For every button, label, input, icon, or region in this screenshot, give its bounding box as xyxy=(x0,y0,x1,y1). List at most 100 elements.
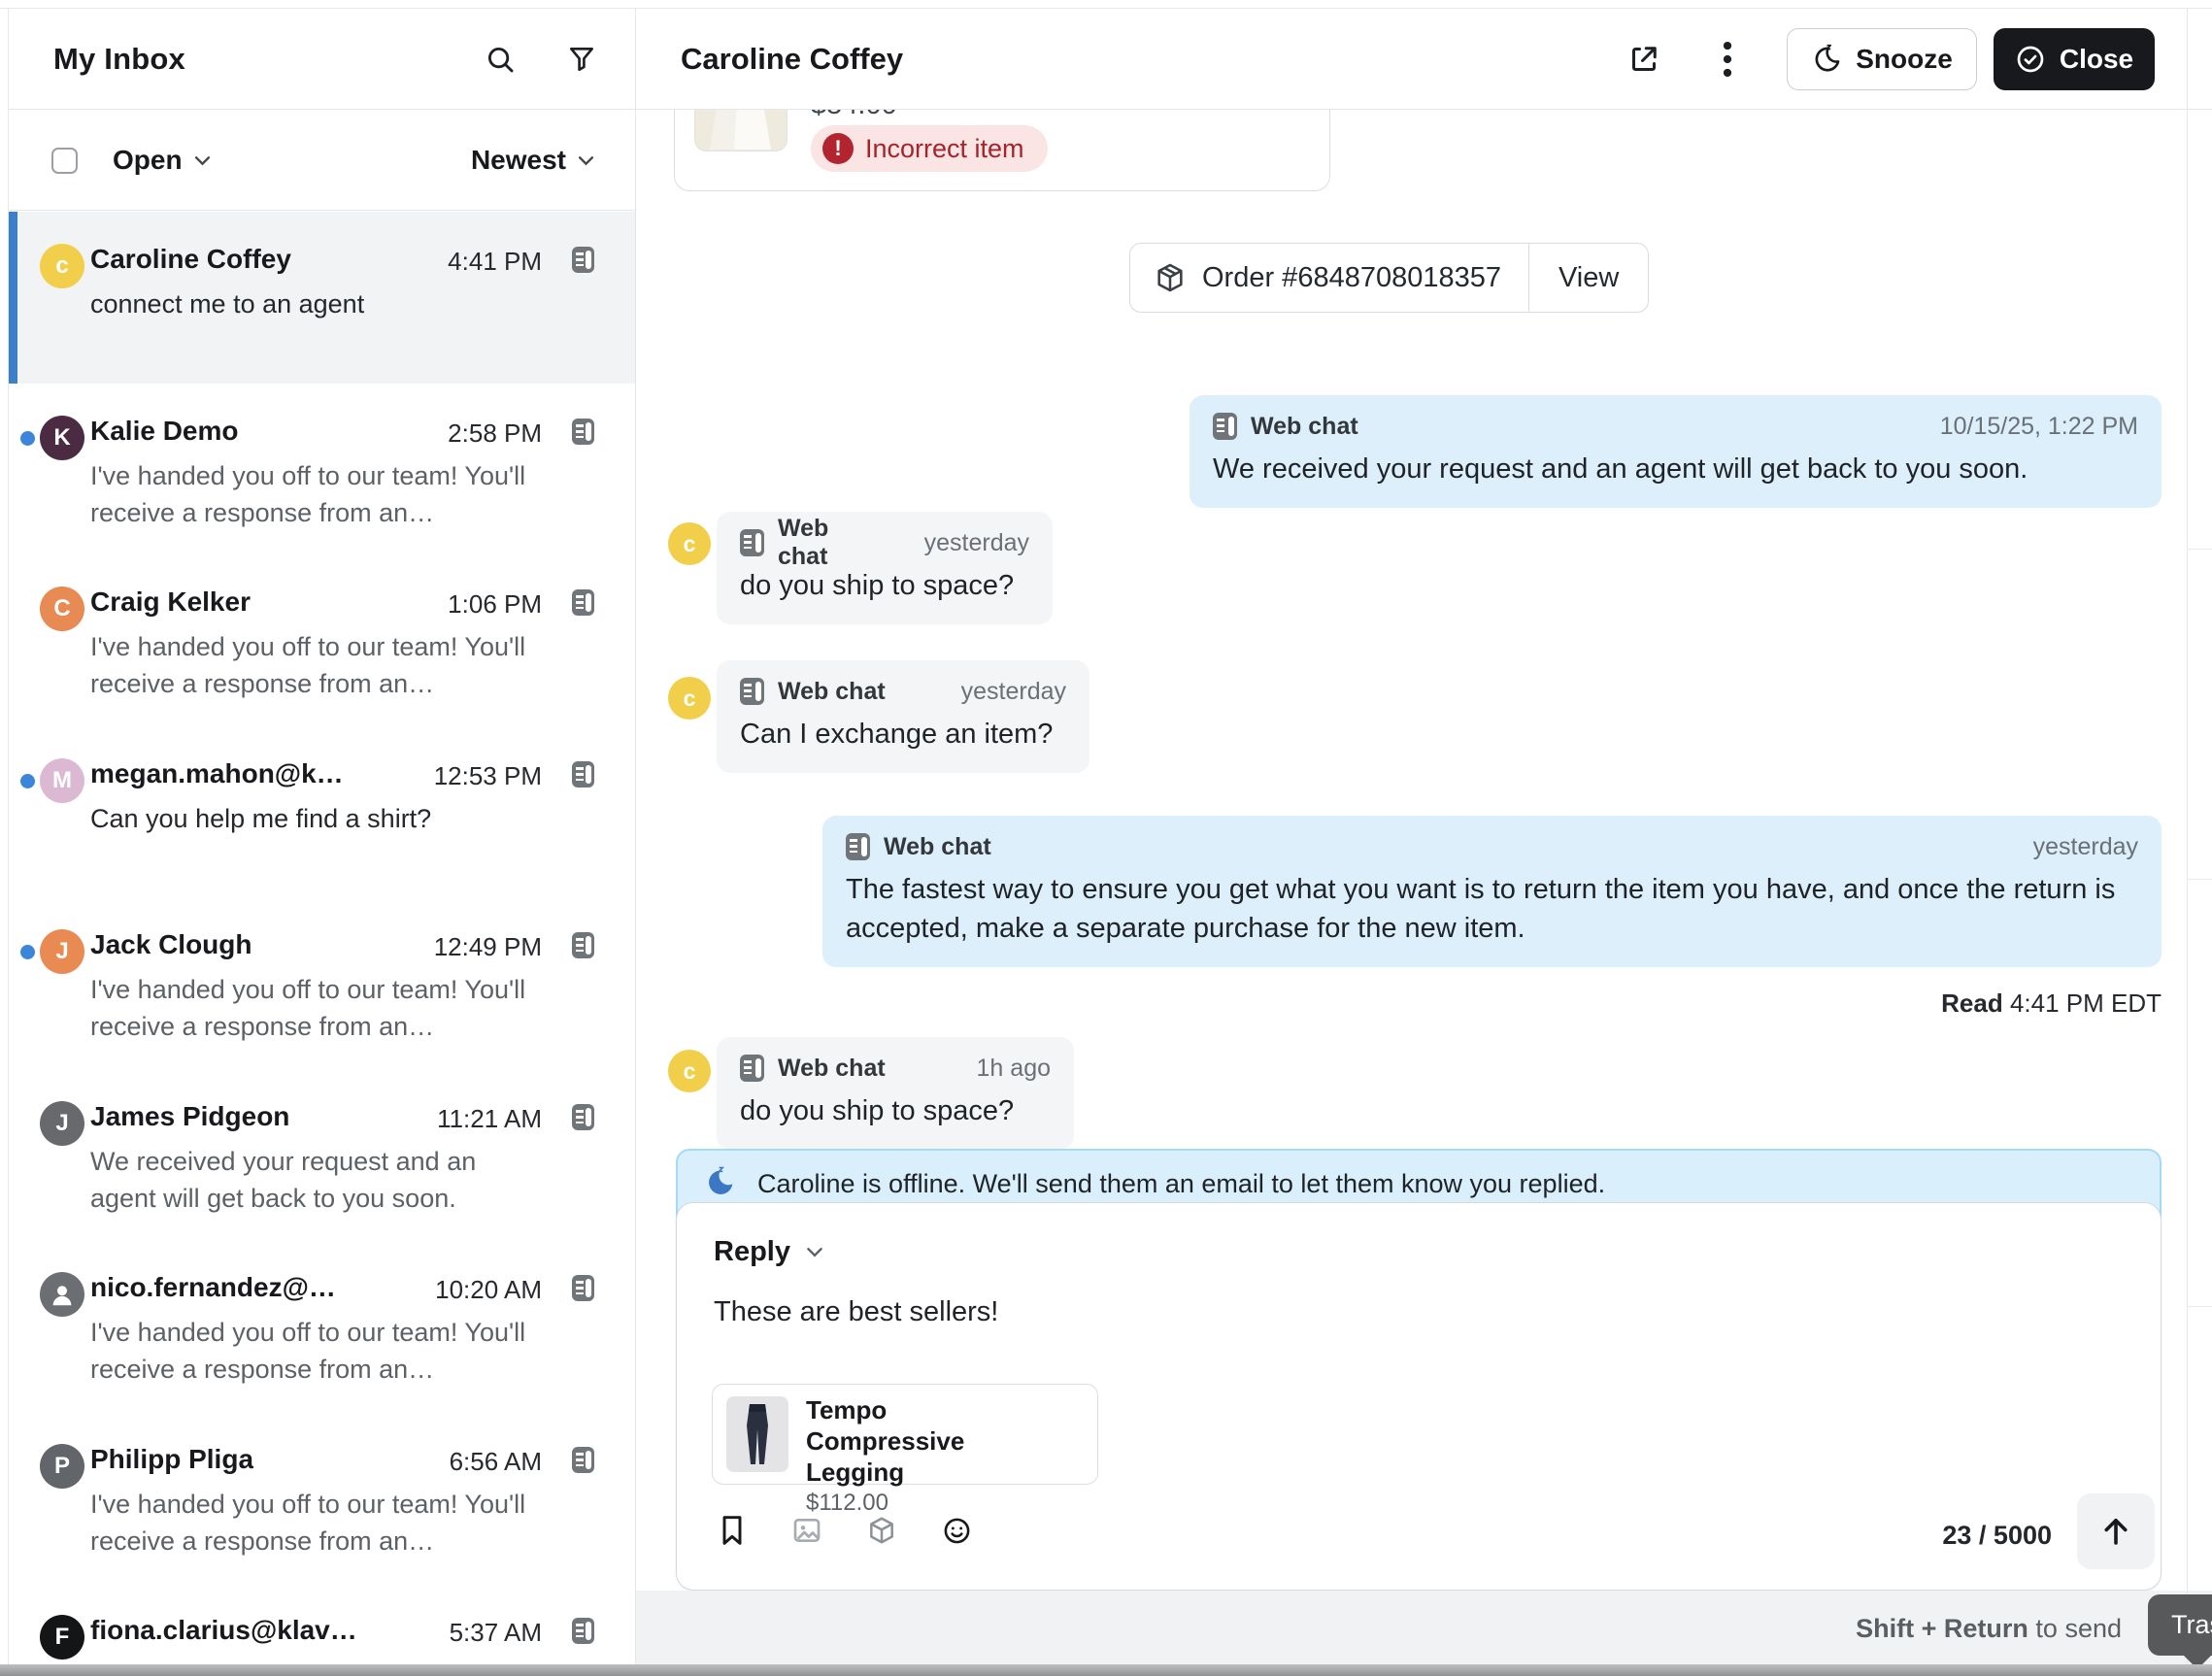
web-chat-channel-icon xyxy=(572,419,594,445)
filter-icon[interactable] xyxy=(563,41,600,78)
conversation-list-item-philipp[interactable]: P Philipp Pliga 6:56 AM I've handed you … xyxy=(9,1412,635,1584)
web-chat-channel-icon xyxy=(572,247,594,273)
rail-section-divider xyxy=(2187,1306,2212,1307)
conversation-time: 12:53 PM xyxy=(434,761,542,791)
sort-value: Newest xyxy=(471,145,566,176)
order-chip: Order #6848708018357 View xyxy=(1129,243,1649,313)
conversation-list-item-megan[interactable]: M megan.mahon@k… 12:53 PM Can you help m… xyxy=(9,726,635,898)
avatar: J xyxy=(40,1101,84,1146)
image-icon[interactable] xyxy=(790,1514,823,1547)
read-receipt: Read 4:41 PM EDT xyxy=(1941,989,2162,1019)
conversation-preview: I've handed you off to our team! You'll … xyxy=(90,1314,549,1388)
conversation-time: 5:37 AM xyxy=(450,1618,542,1648)
avatar: c xyxy=(40,244,84,288)
message-timestamp: yesterday xyxy=(932,678,1066,706)
send-shortcut-hint: Shift + Return to send xyxy=(1856,1614,2122,1644)
avatar: P xyxy=(40,1444,84,1489)
product-attachment-card[interactable]: Tempo Compressive Legging $112.00 xyxy=(712,1384,1098,1485)
customer-avatar: c xyxy=(668,1050,711,1092)
conversation-timeline: $54.00 ! Incorrect item Order #684870801… xyxy=(636,110,2212,1676)
list-filter-row: Open Newest xyxy=(9,111,635,211)
conversation-list-item-caroline[interactable]: c Caroline Coffey 4:41 PM connect me to … xyxy=(9,212,635,384)
customer-avatar: c xyxy=(668,677,711,720)
product-photo xyxy=(694,110,788,151)
character-counter: 23 / 5000 xyxy=(1942,1521,2052,1551)
window-bottom-edge xyxy=(0,1664,2212,1676)
message-text: The fastest way to ensure you get what y… xyxy=(846,870,2138,948)
status-filter-dropdown[interactable]: Open xyxy=(113,145,211,176)
conversation-preview: I've handed you off to our team! You'll … xyxy=(90,457,549,531)
message-text: We received your request and an agent wi… xyxy=(1213,450,2138,488)
product-picker-icon[interactable] xyxy=(865,1514,898,1547)
status-filter-value: Open xyxy=(113,145,183,176)
avatar: C xyxy=(40,587,84,631)
conversation-time: 12:49 PM xyxy=(434,932,542,962)
select-all-checkbox[interactable] xyxy=(51,148,78,174)
reply-mode-dropdown[interactable]: Reply xyxy=(714,1236,823,1268)
message-text: do you ship to space? xyxy=(740,566,1029,605)
snooze-button[interactable]: Snooze xyxy=(1787,28,1977,90)
product-price: $112.00 xyxy=(806,1490,1049,1517)
conversation-time: 11:21 AM xyxy=(437,1104,542,1134)
bookmark-icon[interactable] xyxy=(716,1514,749,1547)
order-view-button[interactable]: View xyxy=(1528,244,1648,312)
inbound-message: Web chat yesterday do you ship to space? xyxy=(717,512,1053,624)
conversation-list-item-jack[interactable]: J Jack Clough 12:49 PM I've handed you o… xyxy=(9,897,635,1069)
avatar-person-icon xyxy=(40,1272,84,1317)
conversation-list-item-craig[interactable]: C Craig Kelker 1:06 PM I've handed you o… xyxy=(9,554,635,726)
conversation-name: Kalie Demo xyxy=(90,416,239,447)
inbox-panel: My Inbox Open Newest xyxy=(9,9,635,1676)
conversation-list-item-kalie[interactable]: K Kalie Demo 2:58 PM I've handed you off… xyxy=(9,384,635,555)
conversation-list-item-fiona[interactable]: F fiona.clarius@klav… 5:37 AM I've hande… xyxy=(9,1583,635,1676)
item-price: $54.00 xyxy=(811,110,897,121)
avatar: M xyxy=(40,758,84,803)
web-chat-channel-icon xyxy=(1213,413,1237,440)
conversation-name: James Pidgeon xyxy=(90,1101,289,1132)
order-link[interactable]: Order #6848708018357 xyxy=(1130,244,1528,312)
inbox-title: My Inbox xyxy=(53,42,185,77)
offline-banner-text: Caroline is offline. We'll send them an … xyxy=(757,1164,1605,1200)
message-timestamp: 1h ago xyxy=(948,1055,1051,1083)
conversation-time: 1:06 PM xyxy=(448,589,542,620)
trash-tooltip: Trash xyxy=(2148,1594,2212,1656)
conversation-name: megan.mahon@k… xyxy=(90,758,344,789)
alert-icon: ! xyxy=(822,133,854,164)
conversation-name: Jack Clough xyxy=(90,929,251,960)
composer-input[interactable]: These are best sellers! xyxy=(714,1296,1976,1328)
message-timestamp: yesterday xyxy=(2004,833,2138,861)
conversation-list-item-james[interactable]: J James Pidgeon 11:21 AM We received you… xyxy=(9,1069,635,1241)
web-chat-channel-icon xyxy=(572,589,594,616)
close-button[interactable]: Close xyxy=(1994,28,2155,90)
send-button[interactable] xyxy=(2077,1493,2155,1569)
avatar: F xyxy=(40,1615,84,1659)
customer-name-title: Caroline Coffey xyxy=(681,42,903,77)
chevron-down-icon xyxy=(194,155,211,166)
order-number: Order #6848708018357 xyxy=(1202,262,1501,294)
search-icon[interactable] xyxy=(482,41,519,78)
message-text: do you ship to space? xyxy=(740,1091,1051,1130)
package-icon xyxy=(1154,261,1187,294)
outbound-message: Web chat yesterday The fastest way to en… xyxy=(822,816,2162,967)
unread-dot xyxy=(20,945,35,959)
product-thumbnail xyxy=(726,1396,788,1472)
conversation-time: 4:41 PM xyxy=(448,247,542,277)
helpdesk-app: My Inbox Open Newest xyxy=(0,0,2212,1676)
sort-dropdown[interactable]: Newest xyxy=(471,145,594,176)
popout-icon[interactable] xyxy=(1624,39,1664,80)
web-chat-channel-icon xyxy=(572,1618,594,1644)
rail-section-divider xyxy=(2187,549,2212,550)
chevron-down-icon xyxy=(578,155,594,166)
right-rail-divider xyxy=(2187,8,2188,1664)
moon-z-icon xyxy=(1811,44,1842,75)
conversation-name: Craig Kelker xyxy=(90,587,251,618)
conversation-name: fiona.clarius@klav… xyxy=(90,1615,357,1646)
emoji-icon[interactable] xyxy=(940,1514,973,1547)
conversation-name: Caroline Coffey xyxy=(90,244,291,275)
web-chat-channel-icon xyxy=(572,1447,594,1473)
conversation-preview: connect me to an agent xyxy=(90,285,549,322)
conversation-preview: I've handed you off to our team! You'll … xyxy=(90,628,549,702)
order-item-card: $54.00 ! Incorrect item xyxy=(674,110,1330,191)
conversation-list-item-nico[interactable]: nico.fernandez@… 10:20 AM I've handed yo… xyxy=(9,1240,635,1412)
overflow-menu-icon[interactable] xyxy=(1707,39,1748,80)
conversation-preview: Can you help me find a shirt? xyxy=(90,800,549,837)
